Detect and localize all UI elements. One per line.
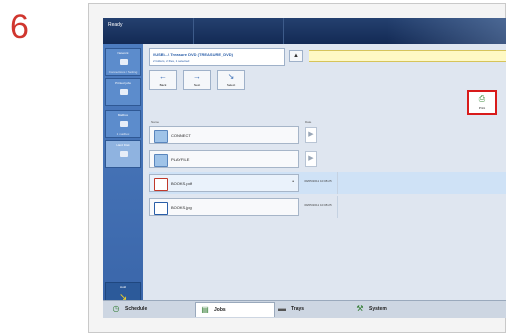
file-button[interactable]: CONNECT: [149, 126, 299, 144]
print-label: Print: [478, 106, 486, 110]
select-arrow-icon: ↘: [227, 72, 235, 81]
device-bezel: Ready Network Connections / Setting Prin…: [88, 3, 506, 333]
file-name: BOOKS.pdf: [171, 181, 192, 186]
sidebar-item-label: Mailbox: [117, 113, 129, 117]
window-title: Ready: [108, 22, 123, 28]
sidebar-item-printed-jobs[interactable]: Printed jobs: [105, 78, 141, 106]
network-icon: [120, 59, 128, 65]
path-line: \\USB\...\ Treasure DVD (TREASURE_DVD): [153, 52, 234, 57]
sidebar-item-network[interactable]: Network Connections / Setting: [105, 48, 141, 76]
list-item[interactable]: BOOKS.jpg 09/05/2011 10:08:25: [149, 196, 506, 218]
print-button[interactable]: ⎙ Print: [467, 90, 497, 115]
title-divider: [193, 18, 194, 44]
selected-marker: •: [292, 179, 294, 185]
printer-icon: ⎙: [478, 94, 486, 103]
bottom-taskbar: ◷ Schedule ▤ Jobs ▬ Trays ⚒ System: [103, 300, 506, 318]
path-box: \\USB\...\ Treasure DVD (TREASURE_DVD) 2…: [149, 48, 285, 66]
folder-icon: [154, 130, 168, 143]
tab-system[interactable]: ⚒ System: [351, 302, 431, 317]
file-button[interactable]: PLAYFILE: [149, 150, 299, 168]
path-summary: 2 folders, 2 files, 1 selected: [153, 59, 190, 63]
list-item[interactable]: PLAYFILE ▶: [149, 148, 506, 170]
file-date: 09/05/2011 10:08:25: [304, 203, 332, 207]
open-folder-button[interactable]: ▶: [305, 151, 317, 167]
hold-label: Hold: [119, 285, 127, 289]
file-browser: \\USB\...\ Treasure DVD (TREASURE_DVD) 2…: [143, 44, 506, 300]
tray-icon: ▬: [278, 304, 286, 313]
step-number: 6: [10, 8, 29, 46]
open-folder-button[interactable]: ▶: [305, 127, 317, 143]
sidebar-item-sub: Connections / Setting: [108, 70, 138, 74]
file-name: BOOKS.jpg: [171, 205, 192, 210]
mailbox-icon: [120, 121, 128, 127]
back-button[interactable]: ← Back: [149, 70, 177, 90]
file-button[interactable]: BOOKS.pdf •: [149, 174, 299, 192]
arrow-left-icon: ←: [159, 72, 167, 81]
back-label: Back: [159, 83, 167, 87]
printer-icon: [120, 89, 128, 95]
sidebar-item-hard-disk[interactable]: Hard Disk: [105, 140, 141, 168]
up-folder-button[interactable]: ▲: [289, 50, 303, 62]
file-button[interactable]: BOOKS.jpg: [149, 198, 299, 216]
tab-trays[interactable]: ▬ Trays: [273, 302, 353, 317]
sidebar-item-sub: 1 mailbox: [116, 132, 130, 136]
sidebar-item-label: Network: [117, 51, 129, 55]
next-button[interactable]: → Next: [183, 70, 211, 90]
row-divider: [337, 196, 338, 218]
image-file-icon: [154, 202, 168, 215]
sidebar-item-label: Printed jobs: [115, 81, 131, 85]
tab-jobs[interactable]: ▤ Jobs: [195, 302, 275, 317]
title-divider: [283, 18, 284, 44]
row-divider: [337, 172, 338, 194]
select-label: Select: [226, 83, 236, 87]
tab-label: Jobs: [214, 307, 226, 313]
arrow-right-icon: →: [193, 72, 201, 81]
tab-label: Schedule: [125, 306, 148, 312]
sidebar-item-mailbox[interactable]: Mailbox 1 mailbox: [105, 110, 141, 138]
title-bar: Ready: [103, 18, 506, 44]
path-highlight: [309, 50, 506, 62]
next-label: Next: [193, 83, 201, 87]
device-screen: Ready Network Connections / Setting Prin…: [103, 18, 506, 318]
file-name: CONNECT: [171, 133, 191, 138]
pdf-file-icon: [154, 178, 168, 191]
select-button[interactable]: ↘ Select: [217, 70, 245, 90]
sidebar-item-label: Hard Disk: [116, 143, 130, 147]
title-decoration: [387, 18, 506, 44]
wrench-icon: ⚒: [356, 304, 364, 313]
file-date: 09/05/2011 10:08:25: [304, 179, 332, 183]
list-item[interactable]: BOOKS.pdf • 09/05/2011 10:08:25: [149, 172, 506, 194]
folder-icon: [154, 154, 168, 167]
tab-label: System: [369, 306, 387, 312]
list-item[interactable]: CONNECT ▶: [149, 124, 506, 146]
sidebar: Network Connections / Setting Printed jo…: [103, 44, 143, 312]
hard-disk-icon: [120, 151, 128, 157]
file-name: PLAYFILE: [171, 157, 190, 162]
tab-label: Trays: [291, 306, 305, 312]
clock-icon: ◷: [112, 304, 120, 313]
tab-schedule[interactable]: ◷ Schedule: [107, 302, 187, 317]
document-icon: ▤: [201, 305, 209, 314]
